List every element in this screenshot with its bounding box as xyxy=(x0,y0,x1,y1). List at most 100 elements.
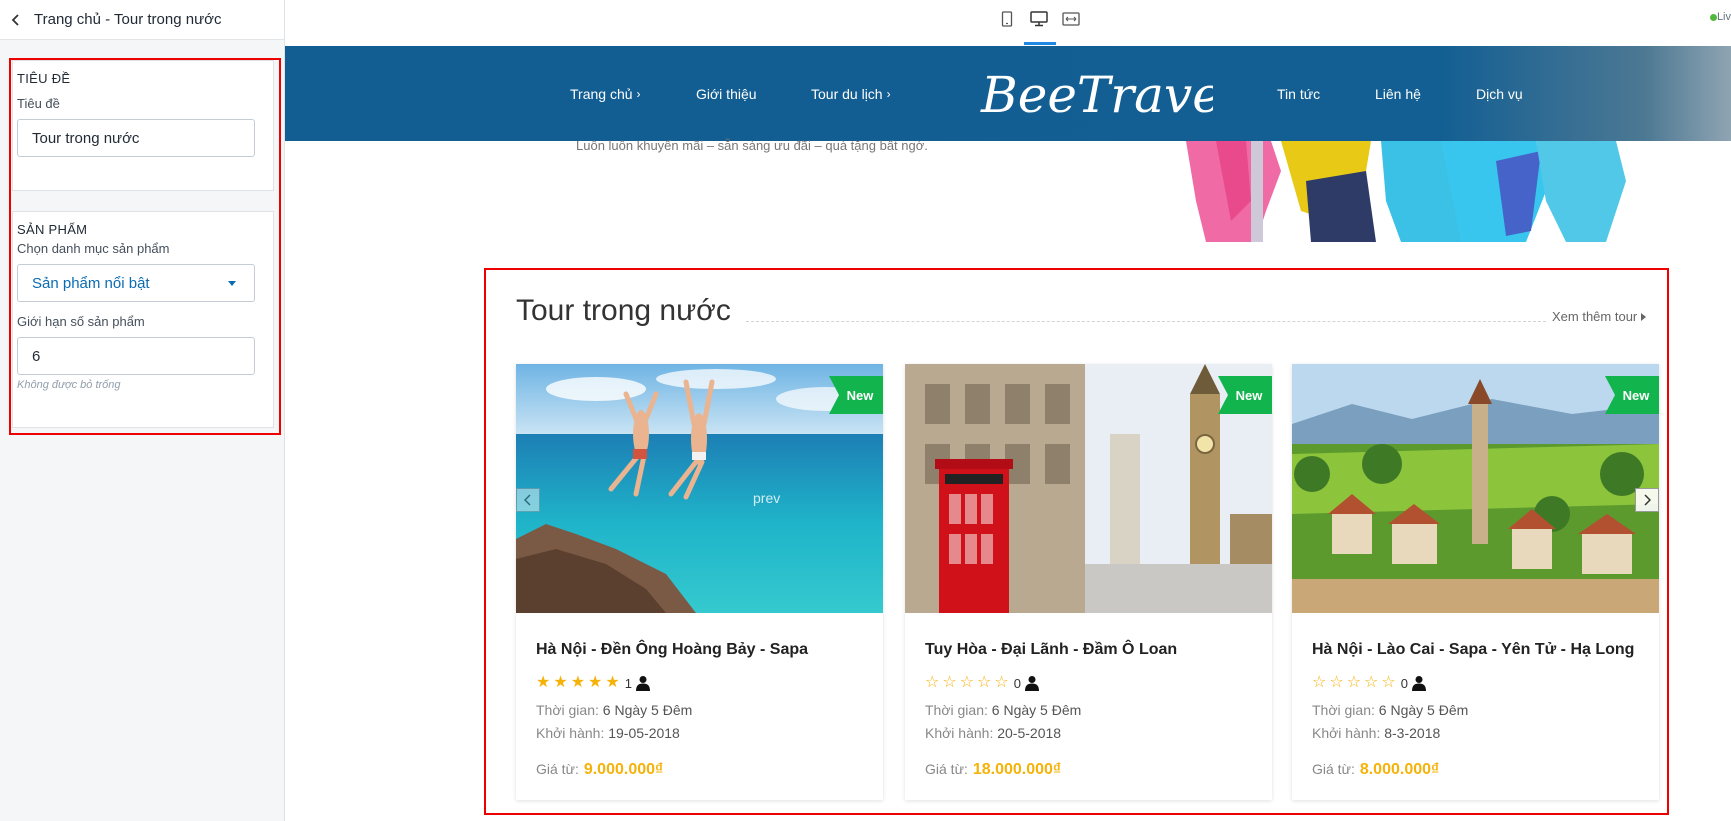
tour-duration: Thời gian: 6 Ngày 5 Đêm xyxy=(1312,699,1639,722)
star-empty-icon: ☆ xyxy=(1329,674,1344,691)
star-empty-icon: ☆ xyxy=(1312,674,1327,691)
tour-card[interactable]: New Tuy Hòa - Đại Lãnh - Đầm Ô Loan ☆ ☆ ☆ ☆… xyxy=(905,364,1272,800)
nav-label: Trang chủ xyxy=(570,86,633,102)
fullwidth-icon[interactable] xyxy=(1060,8,1082,30)
title-input[interactable]: Tour trong nước xyxy=(17,119,255,157)
title-field-label: Tiêu đề xyxy=(17,96,60,111)
title-section-heading: TIÊU ĐỀ xyxy=(17,71,71,86)
chevron-right-icon: › xyxy=(636,87,641,101)
nav-item-tours[interactable]: Tour du lịch › xyxy=(811,86,891,102)
tour-card[interactable]: New Hà Nội - Lào Cai - Sapa - Yên Tử - H… xyxy=(1292,364,1659,800)
tour-name[interactable]: Hà Nội - Lào Cai - Sapa - Yên Tử - Hạ Lo… xyxy=(1312,641,1639,659)
star-empty-icon: ☆ xyxy=(994,674,1009,691)
site-logo[interactable]: BeeTravel xyxy=(973,54,1213,134)
tour-duration: Thời gian: 6 Ngày 5 Đêm xyxy=(536,699,863,722)
departure-label: Khởi hành: xyxy=(536,725,605,741)
tour-image[interactable]: New xyxy=(905,364,1272,613)
duration-label: Thời gian: xyxy=(925,702,988,718)
star-empty-icon: ☆ xyxy=(1346,674,1362,691)
tour-departure: Khởi hành: 8-3-2018 xyxy=(1312,722,1639,745)
category-label: Chọn danh mục sản phẩm xyxy=(17,241,170,256)
limit-label: Giới hạn số sản phẩm xyxy=(17,314,145,329)
product-settings-card: SẢN PHẨM Chọn danh mục sản phẩm Sản phẩm… xyxy=(12,211,274,428)
chevron-left-icon xyxy=(524,494,531,506)
star-empty-icon: ☆ xyxy=(977,674,992,691)
nav-label: Tour du lịch xyxy=(811,86,883,102)
caret-right-icon xyxy=(1641,312,1647,321)
departure-value: 8-3-2018 xyxy=(1384,725,1441,741)
nav-item-home[interactable]: Trang chủ › xyxy=(570,86,641,102)
duration-value: 6 Ngày 5 Đêm xyxy=(602,702,693,718)
see-more-label: Xem thêm tour xyxy=(1552,309,1638,324)
live-status-text: Liv xyxy=(1716,11,1731,23)
star-empty-icon: ☆ xyxy=(1381,674,1396,691)
nav-item-about[interactable]: Giới thiệu xyxy=(696,86,757,102)
departure-label: Khởi hành: xyxy=(1312,725,1381,741)
user-icon xyxy=(1411,676,1426,691)
tour-duration: Thời gian: 6 Ngày 5 Đêm xyxy=(925,699,1252,722)
star-filled-icon: ★ xyxy=(553,674,568,691)
device-switcher xyxy=(996,8,1082,30)
tour-rating: ☆ ☆ ☆ ☆ ☆ 0 xyxy=(925,673,1252,693)
tour-departure: Khởi hành: 19-05-2018 xyxy=(536,722,863,745)
price-value: 9.000.000₫ xyxy=(583,761,664,778)
departure-value: 20-5-2018 xyxy=(997,725,1062,741)
chevron-left-icon xyxy=(11,13,19,26)
rating-count: 0 xyxy=(1400,675,1408,691)
chevron-right-icon: › xyxy=(886,87,891,101)
nav-item-services[interactable]: Dịch vụ xyxy=(1476,86,1523,102)
duration-value: 6 Ngày 5 Đêm xyxy=(991,702,1082,718)
category-select[interactable]: Sản phẩm nổi bật xyxy=(17,264,255,302)
editor-sidebar: Trang chủ - Tour trong nước TIÊU ĐỀ Tiêu… xyxy=(0,0,285,821)
tour-name[interactable]: Hà Nội - Đền Ông Hoàng Bảy - Sapa xyxy=(536,641,863,659)
price-label: Giá từ: xyxy=(536,761,579,777)
star-empty-icon: ☆ xyxy=(1364,674,1379,691)
carousel-prev-button[interactable] xyxy=(516,488,540,512)
duration-label: Thời gian: xyxy=(536,702,599,718)
london-street-photo xyxy=(905,364,1272,613)
departure-value: 19-05-2018 xyxy=(608,725,680,741)
limit-hint: Không được bỏ trống xyxy=(17,379,121,391)
price-value: 18.000.000₫ xyxy=(972,761,1062,778)
carousel-prev-text[interactable]: prev xyxy=(753,490,780,506)
sidebar-title: Trang chủ - Tour trong nước xyxy=(34,11,222,28)
preview-toolbar: Liv xyxy=(286,0,1731,46)
tour-rating: ★ ★ ★ ★ ★ 1 xyxy=(536,673,863,693)
tour-image[interactable]: New prev xyxy=(516,364,883,613)
nav-label: Tin tức xyxy=(1277,86,1321,102)
sidebar-header: Trang chủ - Tour trong nước xyxy=(0,0,284,40)
title-settings-card: TIÊU ĐỀ Tiêu đề Tour trong nước xyxy=(12,60,274,191)
rating-count: 1 xyxy=(624,675,632,691)
mountain-town-photo xyxy=(1292,364,1659,613)
logo-text: BeeTravel xyxy=(980,66,1213,124)
nav-label: Giới thiệu xyxy=(696,86,757,102)
tour-info: Hà Nội - Đền Ông Hoàng Bảy - Sapa ★ ★ ★ ★ ★ 1… xyxy=(516,613,883,779)
tour-departure: Khởi hành: 20-5-2018 xyxy=(925,722,1252,745)
duration-value: 6 Ngày 5 Đêm xyxy=(1378,702,1469,718)
star-filled-icon: ★ xyxy=(605,674,620,691)
tour-name[interactable]: Tuy Hòa - Đại Lãnh - Đầm Ô Loan xyxy=(925,641,1252,659)
nav-label: Dịch vụ xyxy=(1476,86,1523,102)
nav-item-contact[interactable]: Liên hệ xyxy=(1375,86,1421,102)
carousel-next-button[interactable] xyxy=(1635,488,1659,512)
tour-price: Giá từ: 9.000.000₫ xyxy=(536,761,863,779)
see-more-link[interactable]: Xem thêm tour xyxy=(1552,309,1647,324)
mobile-icon[interactable] xyxy=(996,8,1018,30)
nav-item-news[interactable]: Tin tức xyxy=(1277,86,1320,102)
product-section-heading: SẢN PHẨM xyxy=(17,222,88,237)
rating-count: 0 xyxy=(1013,675,1021,691)
cliff-jump-photo xyxy=(516,364,883,613)
price-label: Giá từ: xyxy=(1312,761,1355,777)
site-header: Trang chủ › Giới thiệu Tour du lịch › Be… xyxy=(285,46,1731,141)
tour-info: Tuy Hòa - Đại Lãnh - Đầm Ô Loan ☆ ☆ ☆ ☆ ☆ 0 T… xyxy=(905,613,1272,779)
tour-card[interactable]: New prev Hà Nội - Đền Ông Hoàng Bảy - Sa… xyxy=(516,364,883,800)
chevron-right-icon xyxy=(1644,494,1651,506)
tour-image[interactable]: New xyxy=(1292,364,1659,613)
desktop-icon[interactable] xyxy=(1028,8,1050,30)
limit-input[interactable]: 6 xyxy=(17,337,255,375)
user-icon xyxy=(635,676,650,691)
back-button[interactable] xyxy=(6,10,26,30)
star-empty-icon: ☆ xyxy=(942,674,957,691)
price-value: 8.000.000₫ xyxy=(1359,761,1440,778)
caret-down-icon xyxy=(228,280,236,286)
